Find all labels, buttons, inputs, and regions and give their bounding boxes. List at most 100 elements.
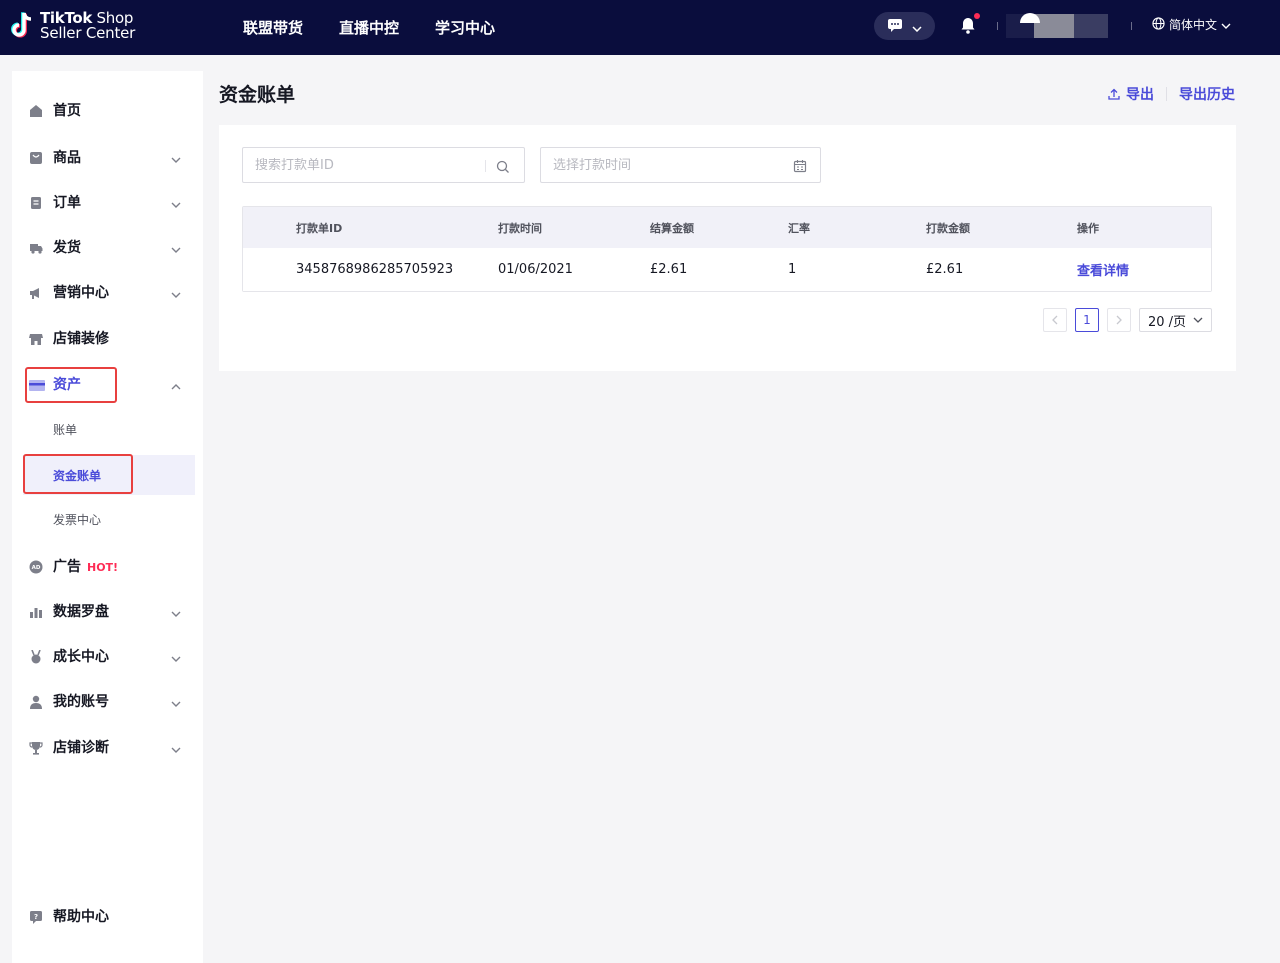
hot-badge: HOT!: [87, 561, 119, 574]
sidebar-item-label: 首页: [53, 103, 81, 119]
cell-settlement-amount: £2.61: [650, 262, 688, 277]
chart-icon: [29, 604, 43, 618]
sidebar-item-label: 广告 HOT!: [53, 556, 118, 576]
sidebar-subitem-invoices[interactable]: 发票中心: [23, 499, 195, 539]
search-icon[interactable]: [496, 159, 510, 173]
chevron-down-icon: [170, 241, 182, 253]
page-size-select[interactable]: 20 /页: [1139, 308, 1212, 332]
cell-payment-time: 01/06/2021: [498, 262, 573, 277]
truck-icon: [29, 240, 43, 254]
topnav-learning-center[interactable]: 学习中心: [435, 17, 495, 38]
chevron-right-icon: [1116, 315, 1122, 325]
sidebar-item-label: 帮助中心: [53, 909, 109, 925]
table-header: 打款单ID 打款时间 结算金额 汇率 打款金额 操作: [243, 207, 1211, 248]
sidebar-item-label: 发货: [53, 240, 81, 256]
page-number-button[interactable]: 1: [1075, 308, 1099, 332]
column-header: 结算金额: [650, 221, 694, 235]
sidebar-item-home[interactable]: 首页: [12, 92, 203, 128]
sidebar-subitem-label: 发票中心: [53, 512, 102, 527]
sidebar-item-store-diagnosis[interactable]: 店铺诊断: [12, 729, 203, 765]
page-size-label: 20 /页: [1148, 314, 1187, 330]
chevron-down-icon: [170, 196, 182, 208]
chevron-down-icon: [912, 17, 922, 36]
help-icon: ?: [29, 909, 43, 924]
fund-bills-card: 打款单ID 打款时间 结算金额 汇率 打款金额 操作 3458768986285…: [219, 125, 1236, 371]
sidebar-subitem-bills[interactable]: 账单: [23, 409, 195, 449]
export-history-button[interactable]: 导出历史: [1179, 84, 1235, 104]
sidebar-item-store-design[interactable]: 店铺装修: [12, 320, 203, 356]
sidebar-item-label: 数据罗盘: [53, 604, 109, 620]
sidebar-item-label: 订单: [53, 195, 81, 211]
date-input[interactable]: [553, 157, 773, 173]
chat-button[interactable]: [874, 12, 935, 40]
store-icon: [29, 331, 43, 345]
chevron-down-icon: [170, 605, 182, 617]
divider: [485, 160, 486, 172]
chevron-down-icon: [170, 151, 182, 163]
divider: [997, 22, 998, 30]
column-header: 操作: [1077, 221, 1099, 235]
chevron-up-icon: [170, 378, 182, 390]
sidebar-item-growth-center[interactable]: 成长中心: [12, 638, 203, 674]
export-button[interactable]: 导出: [1108, 84, 1154, 104]
date-picker[interactable]: [540, 147, 821, 183]
column-header: 打款金额: [926, 221, 970, 235]
sidebar-item-label: 营销中心: [53, 285, 109, 301]
sidebar-subitem-label: 账单: [53, 422, 78, 437]
pagination: 1 20 /页: [1035, 308, 1212, 332]
chevron-down-icon: [170, 741, 182, 753]
chevron-down-icon: [170, 695, 182, 707]
megaphone-icon: [29, 285, 43, 299]
svg-text:?: ?: [34, 913, 38, 921]
column-header: 打款单ID: [296, 221, 343, 235]
language-selector[interactable]: 简体中文: [1152, 16, 1231, 33]
cell-action: 查看详情: [1077, 248, 1129, 291]
cell-payment-id: 3458768986285705923: [296, 262, 454, 277]
column-header: 汇率: [788, 221, 810, 235]
logo-text: TikTok Shop Seller Center: [40, 11, 135, 41]
order-icon: [29, 195, 43, 209]
top-navbar: TikTok Shop Seller Center 联盟带货 直播中控 学习中心…: [0, 0, 1280, 55]
fund-bills-table: 打款单ID 打款时间 结算金额 汇率 打款金额 操作 3458768986285…: [242, 206, 1212, 292]
cell-exchange-rate: 1: [788, 262, 797, 277]
product-icon: [29, 150, 43, 164]
sidebar-item-my-account[interactable]: 我的账号: [12, 683, 203, 719]
page-title: 资金账单: [219, 84, 296, 106]
sidebar-item-label: 店铺诊断: [53, 740, 109, 756]
sidebar-item-label: 成长中心: [53, 649, 109, 665]
logo-subtitle: Seller Center: [40, 24, 136, 42]
tiktok-shop-logo[interactable]: TikTok Shop Seller Center: [10, 8, 135, 44]
search-input[interactable]: [255, 157, 475, 173]
sidebar-item-marketing[interactable]: 营销中心: [12, 274, 203, 310]
prev-page-button[interactable]: [1043, 308, 1067, 332]
search-box: [242, 147, 525, 183]
highlight-box-assets: [25, 367, 117, 403]
topnav-live-control[interactable]: 直播中控: [339, 17, 399, 38]
calendar-icon[interactable]: [793, 158, 807, 173]
table-row: 3458768986285705923 01/06/2021 £2.61 1 £…: [243, 248, 1211, 291]
highlight-box-fund-bills: [23, 454, 133, 494]
language-label: 简体中文: [1169, 18, 1218, 32]
next-page-button[interactable]: [1107, 308, 1131, 332]
topnav-affiliate[interactable]: 联盟带货: [243, 17, 303, 38]
column-header: 打款时间: [498, 221, 542, 235]
trophy-icon: [29, 740, 43, 755]
chevron-down-icon: [1193, 317, 1203, 323]
sidebar-item-shipping[interactable]: 发货: [12, 229, 203, 265]
chat-icon: [887, 17, 903, 36]
divider: [1166, 87, 1167, 101]
sidebar-item-help-center[interactable]: ? 帮助中心: [12, 898, 203, 934]
sidebar-item-orders[interactable]: 订单: [12, 184, 203, 220]
chevron-down-icon: [170, 286, 182, 298]
globe-icon: [1152, 16, 1165, 33]
svg-text:AD: AD: [32, 565, 41, 571]
chevron-down-icon: [1221, 18, 1231, 32]
user-icon: [29, 694, 43, 709]
sidebar-item-data-compass[interactable]: 数据罗盘: [12, 593, 203, 629]
sidebar-item-ads[interactable]: AD 广告 HOT!: [12, 548, 203, 584]
view-details-link[interactable]: 查看详情: [1077, 260, 1129, 279]
sidebar-item-products[interactable]: 商品: [12, 139, 203, 175]
chevron-down-icon: [170, 650, 182, 662]
top-nav-menu: 联盟带货 直播中控 学习中心: [243, 0, 531, 55]
sidebar: 首页 商品 订单 发货 营销中心 店铺装修 资产 账单 资金账单 发票中心 AD…: [12, 71, 203, 963]
